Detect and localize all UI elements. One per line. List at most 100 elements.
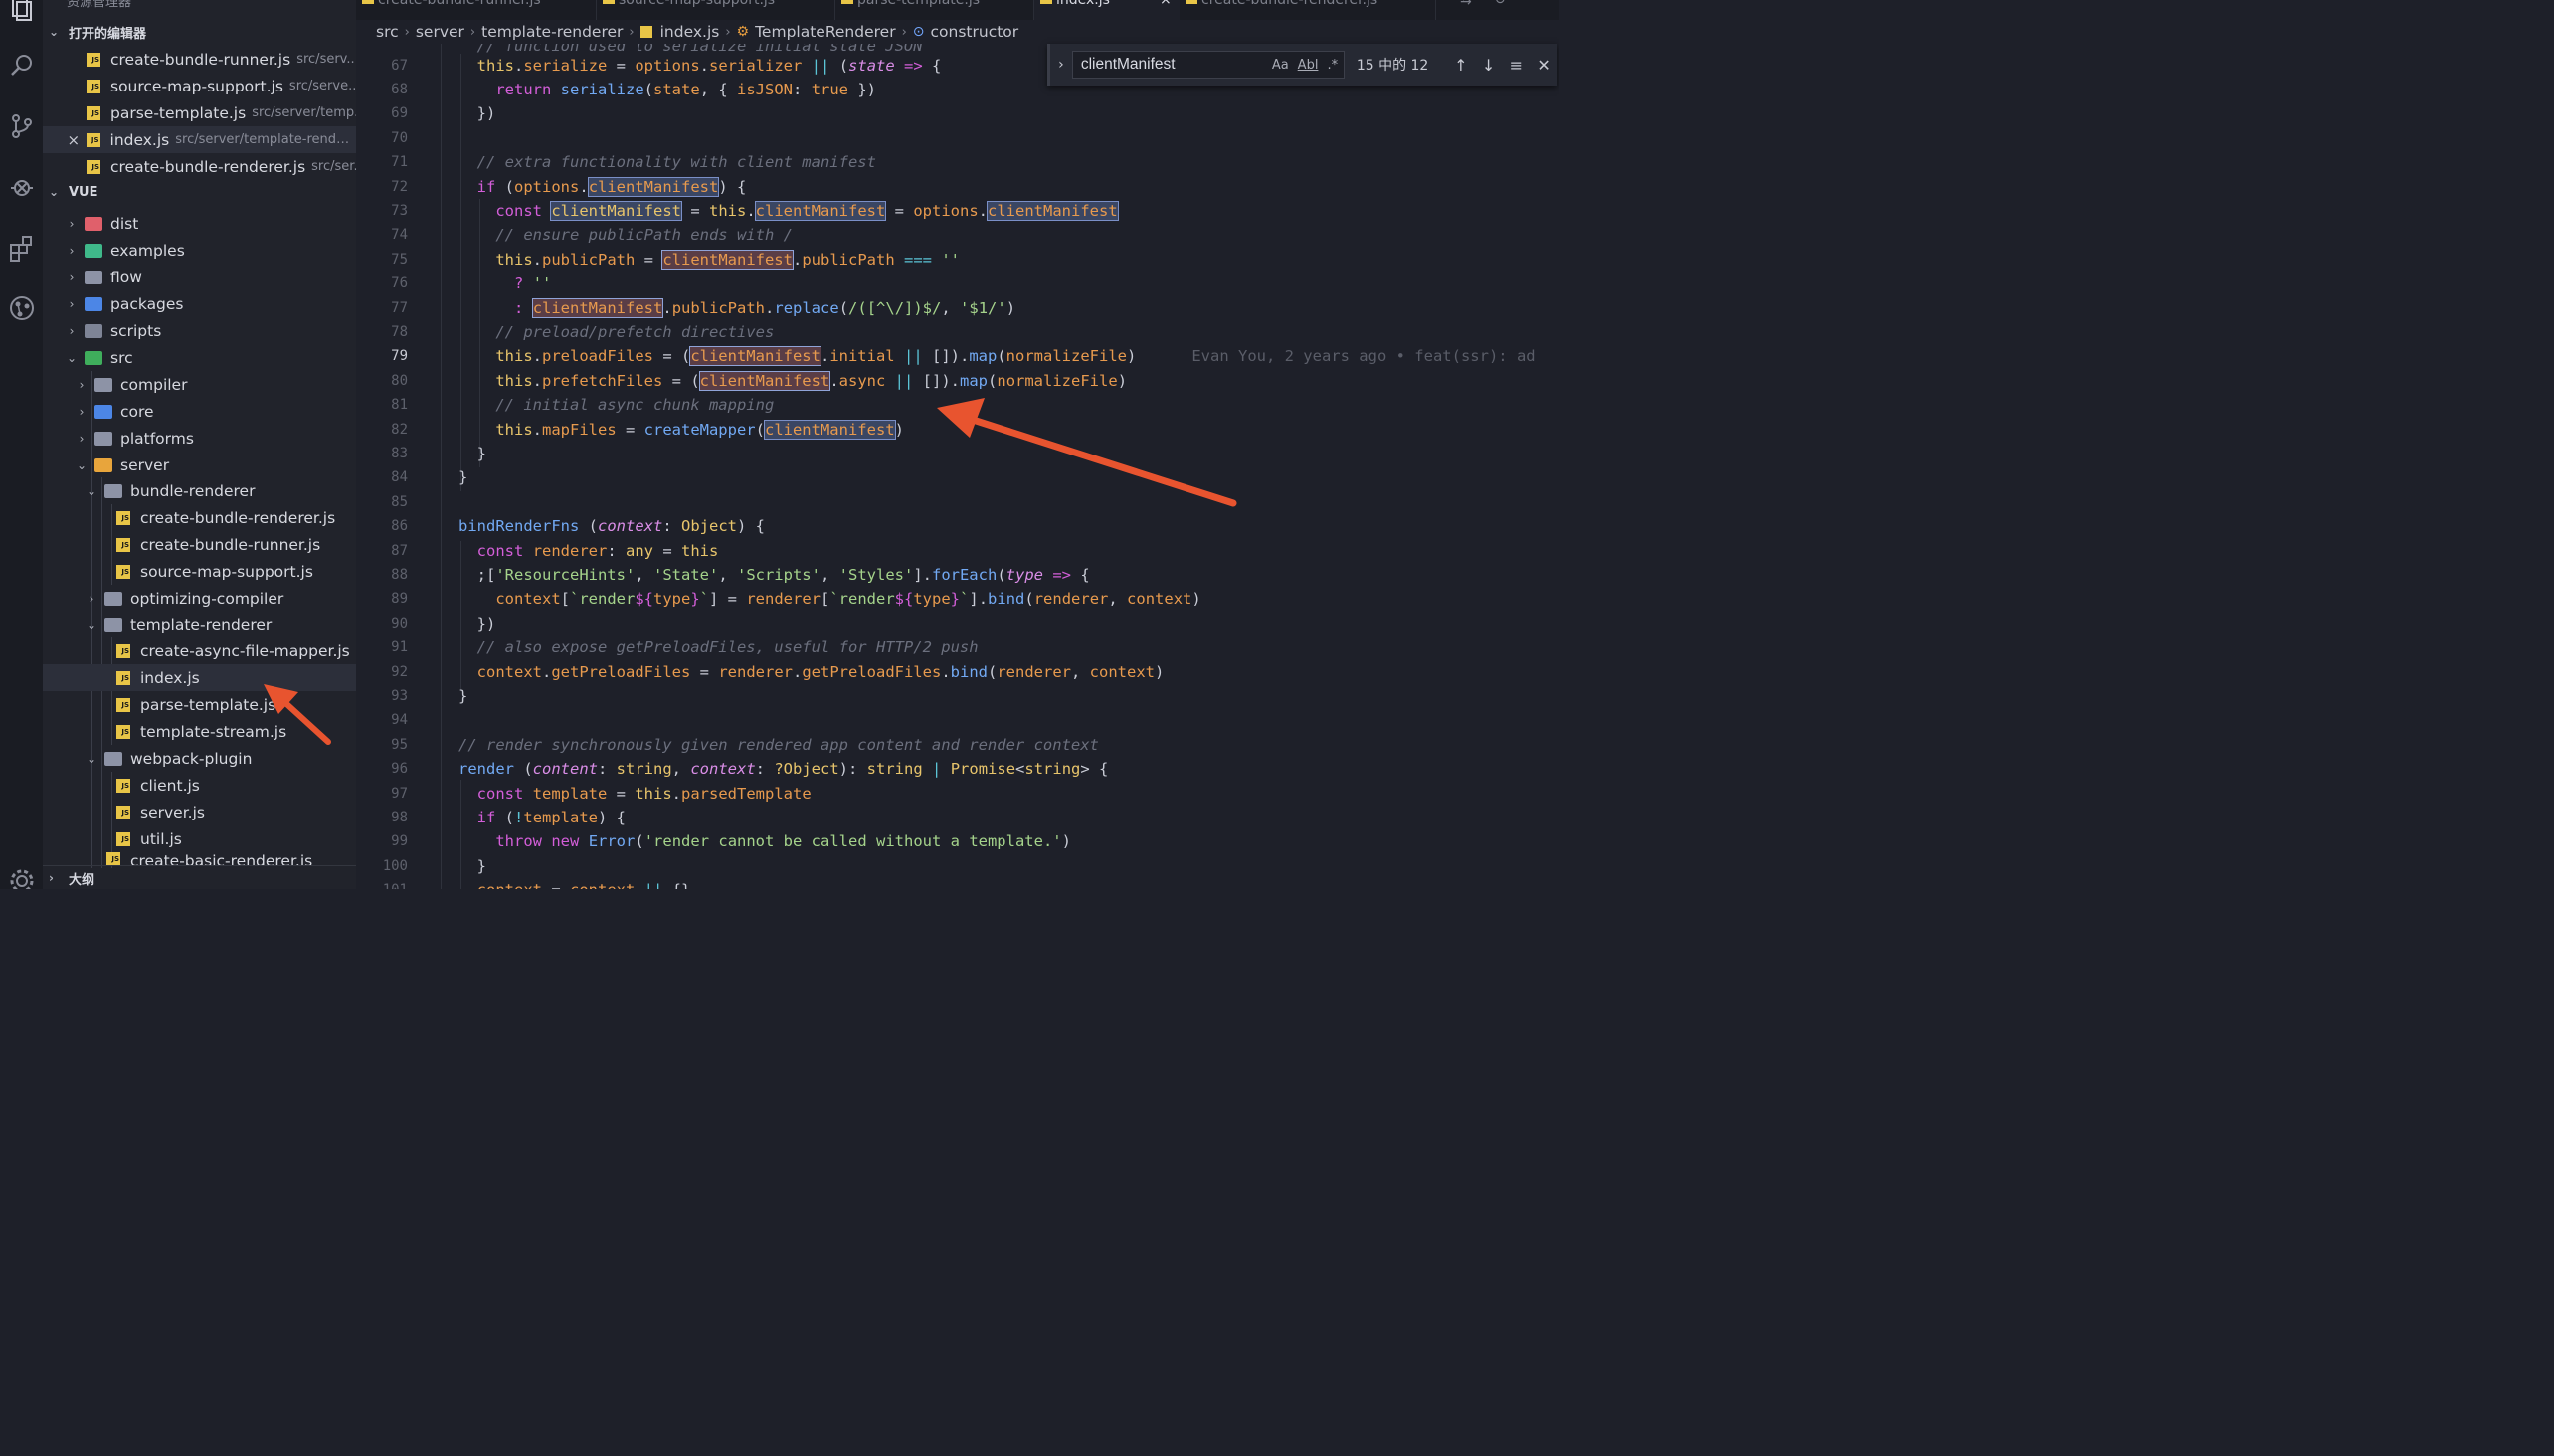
match-word-toggle[interactable]: Abl xyxy=(1298,58,1319,73)
arrow-down-icon[interactable]: ↓ xyxy=(1475,56,1503,75)
tree-label: create-basic-renderer.js xyxy=(130,852,313,866)
open-editor-item[interactable]: JS create-bundle-runner.js src/serv... xyxy=(43,46,356,73)
debug-icon[interactable] xyxy=(0,167,43,207)
tree-folder-bundle-renderer[interactable]: ⌄ bundle-renderer xyxy=(43,477,356,504)
chevron-right-icon[interactable]: › xyxy=(1050,57,1072,73)
breadcrumb-item[interactable]: constructor xyxy=(931,23,1019,41)
tab-index[interactable]: index.js × xyxy=(1034,0,1180,20)
breadcrumb-item[interactable]: index.js xyxy=(660,23,720,41)
explorer-icon[interactable] xyxy=(0,0,43,28)
tree-file[interactable]: JS template-stream.js xyxy=(43,718,356,745)
open-editor-item[interactable]: JS source-map-support.js src/serve... xyxy=(43,73,356,99)
line-number: 95 xyxy=(391,737,408,753)
tree-label: parse-template.js xyxy=(140,695,276,714)
tree-file-selected[interactable]: JS index.js xyxy=(43,664,356,691)
tab-parse-template[interactable]: parse-template.js xyxy=(835,0,1034,20)
tree-label: create-bundle-renderer.js xyxy=(140,508,336,527)
explorer-sidebar: 资源管理器 ⌄ 打开的编辑器 JS create-bundle-runner.j… xyxy=(43,0,356,889)
tree-folder-webpack-plugin[interactable]: ⌄ webpack-plugin xyxy=(43,745,356,772)
js-file-icon: JS xyxy=(86,132,100,147)
close-icon[interactable]: ✕ xyxy=(1530,56,1557,75)
tree-folder-src[interactable]: ⌄ src xyxy=(43,344,356,371)
tree-label: server.js xyxy=(140,803,205,821)
regex-toggle[interactable]: .* xyxy=(1327,58,1338,73)
tree-file[interactable]: JS create-bundle-renderer.js xyxy=(43,504,356,531)
tree-label: util.js xyxy=(140,829,182,848)
open-editors-header[interactable]: ⌄ 打开的编辑器 xyxy=(43,20,356,44)
open-editor-path: src/server/temp... xyxy=(252,105,356,120)
tree-file[interactable]: JS create-async-file-mapper.js xyxy=(43,637,356,664)
tree-folder-dist[interactable]: › dist xyxy=(43,210,356,237)
tree-folder-scripts[interactable]: › scripts xyxy=(43,317,356,344)
close-icon[interactable]: × xyxy=(67,131,81,149)
match-case-toggle[interactable]: Aa xyxy=(1272,58,1289,73)
tree-file[interactable]: JS util.js xyxy=(43,825,356,852)
tree-folder-platforms[interactable]: › platforms xyxy=(43,425,356,452)
tree-folder-compiler[interactable]: › compiler xyxy=(43,371,356,398)
source-control-icon[interactable] xyxy=(0,106,43,146)
tree-folder-flow[interactable]: › flow xyxy=(43,264,356,290)
code-line: bindRenderFns (context: Object) { xyxy=(458,517,765,535)
outline-header[interactable]: › 大纲 xyxy=(43,865,356,889)
chevron-right-icon: › xyxy=(79,377,85,392)
tree-file[interactable]: JS create-bundle-runner.js xyxy=(43,531,356,558)
tab-label: create-bundle-runner.js xyxy=(378,0,541,8)
explorer-title: 资源管理器 xyxy=(67,0,132,10)
line-number: 69 xyxy=(391,105,408,121)
tab-source-map-support[interactable]: source-map-support.js xyxy=(597,0,835,20)
open-editor-item[interactable]: JS create-bundle-renderer.js src/ser... xyxy=(43,153,356,180)
line-number: 93 xyxy=(391,688,408,704)
js-file-icon xyxy=(362,0,374,4)
folder-open-icon xyxy=(104,483,122,498)
chevron-right-icon: › xyxy=(79,431,85,446)
tree-folder-template-renderer[interactable]: ⌄ template-renderer xyxy=(43,611,356,637)
breadcrumb-item[interactable]: template-renderer xyxy=(481,23,623,41)
tab-create-bundle-runner[interactable]: create-bundle-runner.js xyxy=(356,0,597,20)
tab-create-bundle-renderer[interactable]: create-bundle-renderer.js xyxy=(1180,0,1436,20)
extensions-icon[interactable] xyxy=(0,228,43,268)
open-editor-name: source-map-support.js xyxy=(110,77,283,95)
js-file-icon xyxy=(841,0,853,4)
project-header[interactable]: ⌄ VUE xyxy=(43,180,356,204)
tree-folder-packages[interactable]: › packages xyxy=(43,290,356,317)
chevron-right-icon: › xyxy=(69,323,75,338)
outline-title: 大纲 xyxy=(69,872,95,888)
history-icon[interactable]: ↻ xyxy=(1494,0,1506,8)
js-file-icon: JS xyxy=(87,105,100,120)
tree-folder-optimizing-compiler[interactable]: › optimizing-compiler xyxy=(43,585,356,612)
tree-folder-examples[interactable]: › examples xyxy=(43,237,356,264)
open-editor-item[interactable]: JS parse-template.js src/server/temp... xyxy=(43,99,356,126)
line-number: 101 xyxy=(356,882,408,889)
settings-gear-icon[interactable] xyxy=(0,861,43,889)
tree-file[interactable]: JS server.js xyxy=(43,799,356,825)
tree-label: index.js xyxy=(140,668,200,687)
arrow-up-icon[interactable]: ↑ xyxy=(1447,56,1475,75)
tree-label: bundle-renderer xyxy=(130,481,256,500)
open-editor-path: src/server/template-renderer xyxy=(175,132,356,147)
activity-bar xyxy=(0,0,43,889)
code-line: // ensure publicPath ends with / xyxy=(495,226,793,244)
line-number: 84 xyxy=(391,469,408,485)
compare-icon[interactable]: ⇆ xyxy=(1460,0,1472,8)
code-editor[interactable]: 66 67 68 69 70 71 72 73 74 75 76 77 78 7… xyxy=(356,44,1559,889)
tree-folder-server[interactable]: ⌄ server xyxy=(43,452,356,478)
chevron-down-icon: ⌄ xyxy=(49,25,60,39)
code-line: : clientManifest.publicPath.replace(/([^… xyxy=(514,298,1016,318)
tree-file[interactable]: JS create-basic-renderer.js xyxy=(43,852,356,866)
code-line: if (!template) { xyxy=(476,809,627,826)
tree-file[interactable]: JS parse-template.js xyxy=(43,691,356,718)
timeline-icon[interactable] xyxy=(0,288,43,328)
editor-actions: ⇆ ↻ xyxy=(1450,0,1559,20)
tree-folder-core[interactable]: › core xyxy=(43,398,356,425)
code-line: const renderer: any = this xyxy=(476,542,719,560)
breadcrumb-item[interactable]: src xyxy=(376,23,399,41)
search-icon[interactable] xyxy=(0,46,43,86)
breadcrumb-item[interactable]: server xyxy=(416,23,464,41)
code-line: render (content: string, context: ?Objec… xyxy=(458,760,1109,778)
find-in-selection-icon[interactable]: ≡ xyxy=(1503,56,1531,75)
open-editor-item-active[interactable]: × JS index.js src/server/template-render… xyxy=(43,126,356,153)
breadcrumb-item[interactable]: TemplateRenderer xyxy=(755,23,895,41)
tree-file[interactable]: JS client.js xyxy=(43,772,356,799)
find-input[interactable] xyxy=(1078,55,1272,75)
tree-file[interactable]: JS source-map-support.js xyxy=(43,558,356,585)
